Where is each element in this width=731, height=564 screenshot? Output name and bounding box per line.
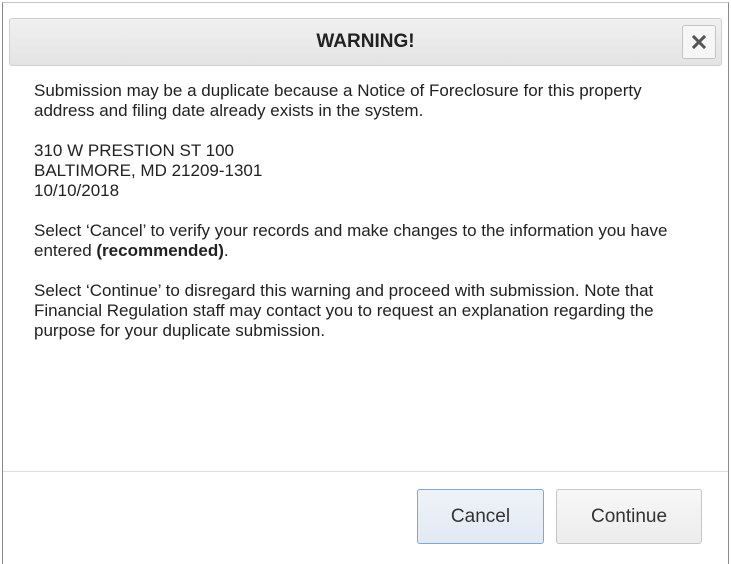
close-button[interactable] <box>682 25 716 59</box>
continue-instruction: Select ‘Continue’ to disregard this warn… <box>34 281 654 340</box>
property-address: 310 W PRESTION ST 100 BALTIMORE, MD 2120… <box>34 141 704 201</box>
address-city-state-zip: BALTIMORE, MD 21209-1301 <box>34 161 263 180</box>
cancel-instruction-end: . <box>223 241 229 260</box>
dialog-content: Submission may be a duplicate because a … <box>34 81 704 361</box>
intro-paragraph: Submission may be a duplicate because a … <box>34 81 642 120</box>
close-icon <box>692 35 706 49</box>
continue-button[interactable]: Continue <box>556 489 702 544</box>
dialog-title: WARNING! <box>316 31 415 52</box>
recommended-label: (recommended) <box>96 241 224 260</box>
warning-dialog: WARNING! Submission may be a duplicate b… <box>2 2 729 564</box>
footer-divider <box>3 471 728 472</box>
cancel-instruction: Select ‘Cancel’ to verify your records a… <box>34 221 704 261</box>
address-street: 310 W PRESTION ST 100 <box>34 141 234 160</box>
dialog-titlebar: WARNING! <box>9 18 722 66</box>
cancel-button[interactable]: Cancel <box>417 489 544 544</box>
filing-date: 10/10/2018 <box>34 181 120 200</box>
